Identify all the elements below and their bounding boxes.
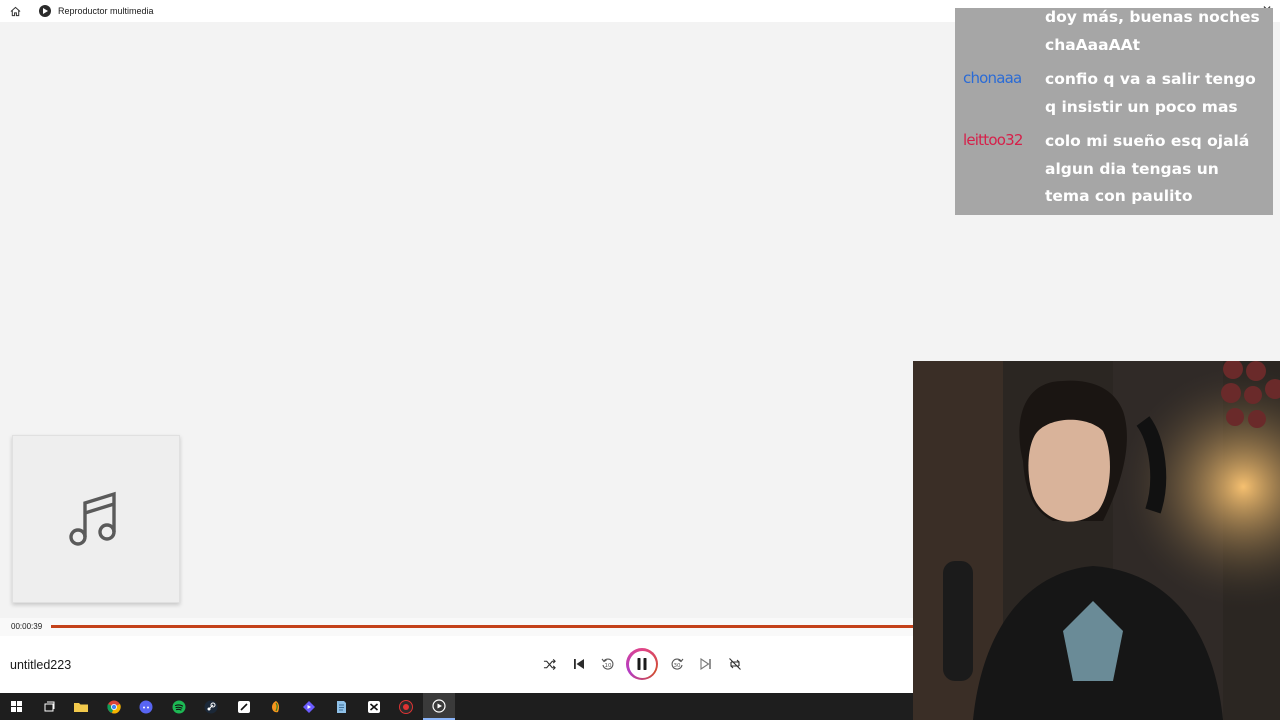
chat-text: confio q va a salir tengo q insistir un … xyxy=(1045,70,1256,116)
seek-bar[interactable] xyxy=(51,625,913,628)
chat-text: colo mi sueño esq ojalá algun dia tengas… xyxy=(1045,132,1250,205)
window-title: Reproductor multimedia xyxy=(58,6,154,16)
rewind-10-icon: 10 xyxy=(601,658,613,670)
media-player-icon xyxy=(39,5,51,17)
chat-text: doy más, buenas noches chaAaaAAt xyxy=(1045,8,1260,54)
notepad-button[interactable] xyxy=(325,693,358,720)
fl-studio-icon xyxy=(272,700,280,712)
skip-next-icon xyxy=(699,658,711,670)
steam-icon xyxy=(204,700,218,713)
windows-icon xyxy=(10,701,22,712)
previous-button[interactable] xyxy=(564,648,593,680)
steam-button[interactable] xyxy=(195,693,228,720)
shuffle-button[interactable] xyxy=(535,648,564,680)
webcam-image xyxy=(913,361,1280,720)
discord-icon xyxy=(139,700,153,713)
track-title: untitled223 xyxy=(10,658,72,672)
stream-chat-overlay: doy más, buenas noches chaAaaAAt chonaaa… xyxy=(955,8,1273,215)
taskbar xyxy=(0,693,913,720)
pause-icon xyxy=(637,658,647,670)
spotify-button[interactable] xyxy=(163,693,196,720)
skip-previous-icon xyxy=(573,659,584,669)
playback-controls: 10 30 xyxy=(535,648,749,680)
task-view-icon xyxy=(44,701,55,711)
folder-icon xyxy=(74,702,89,712)
home-icon xyxy=(10,6,20,16)
repeat-off-icon xyxy=(728,658,741,670)
media-player-button[interactable] xyxy=(422,693,455,720)
time-elapsed: 00:00:39 xyxy=(11,622,43,631)
app-button[interactable] xyxy=(228,693,261,720)
record-icon xyxy=(399,699,414,714)
fl-studio-button[interactable] xyxy=(260,693,293,720)
capcut-button[interactable] xyxy=(358,693,391,720)
discord-button[interactable] xyxy=(130,693,163,720)
svg-text:10: 10 xyxy=(604,663,611,669)
start-button[interactable] xyxy=(0,693,33,720)
notepad-icon xyxy=(337,700,347,713)
home-button[interactable] xyxy=(0,0,30,22)
media-player-icon xyxy=(432,698,446,713)
forward-30-icon: 30 xyxy=(671,658,683,670)
music-note-icon xyxy=(69,491,116,546)
seek-bar-fill xyxy=(51,625,913,628)
forward-30-button[interactable]: 30 xyxy=(662,648,691,680)
progress-row: 00:00:39 xyxy=(0,618,913,636)
app-icon xyxy=(237,700,250,713)
diamond-app-icon xyxy=(302,700,315,713)
webcam-feed xyxy=(913,361,1280,720)
repeat-button[interactable] xyxy=(720,648,749,680)
shuffle-icon xyxy=(543,658,556,670)
chrome-button[interactable] xyxy=(98,693,131,720)
chat-username: leittoo32 xyxy=(963,131,1023,149)
chat-username: chonaaa xyxy=(963,69,1022,87)
file-explorer-button[interactable] xyxy=(65,693,98,720)
svg-text:30: 30 xyxy=(673,663,680,669)
rewind-10-button[interactable]: 10 xyxy=(593,648,622,680)
album-art xyxy=(12,435,180,603)
player-bar: untitled223 10 30 xyxy=(0,636,913,693)
app-button-2[interactable] xyxy=(293,693,326,720)
next-button[interactable] xyxy=(691,648,720,680)
spotify-icon xyxy=(172,700,186,713)
capcut-icon xyxy=(367,700,380,713)
obs-button[interactable] xyxy=(390,693,423,720)
chrome-icon xyxy=(107,700,121,713)
task-view-button[interactable] xyxy=(33,693,66,720)
pause-button[interactable] xyxy=(622,648,662,680)
